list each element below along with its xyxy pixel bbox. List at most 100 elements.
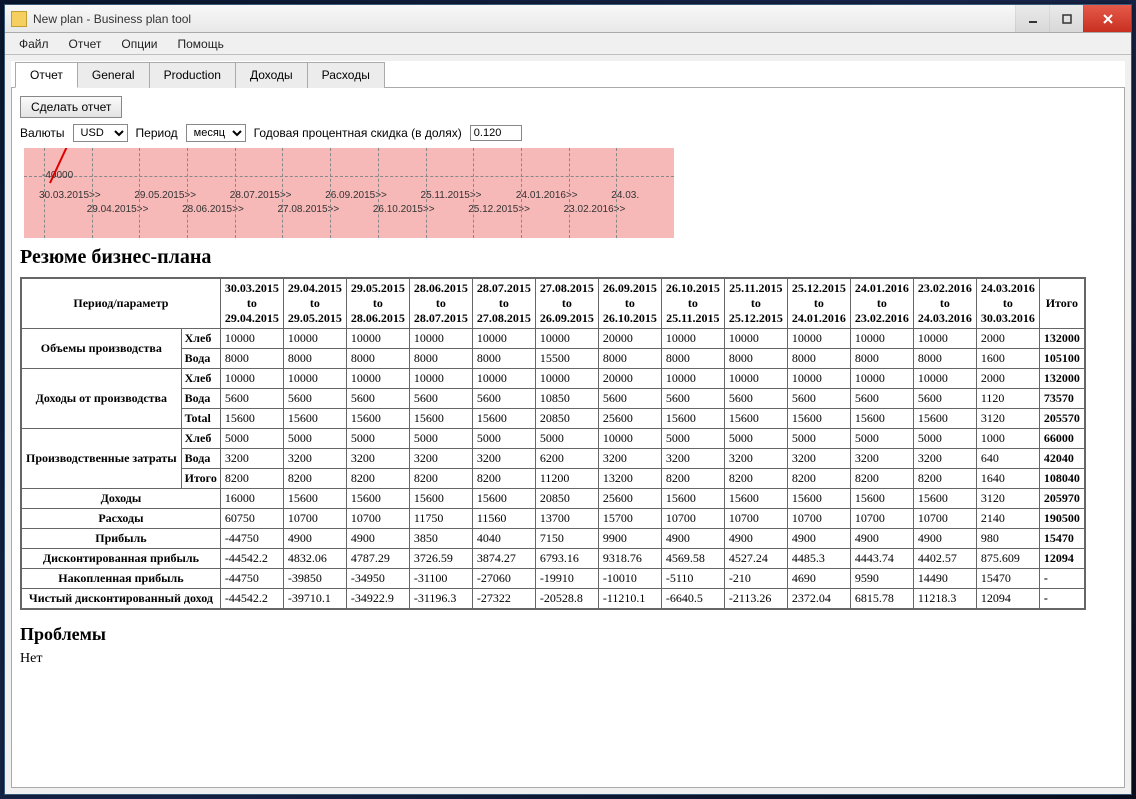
- data-cell: -44542.2: [220, 589, 283, 610]
- data-cell: -31196.3: [409, 589, 472, 610]
- discount-label: Годовая процентная скидка (в долях): [254, 126, 462, 140]
- tab-general[interactable]: General: [77, 62, 150, 88]
- data-cell: 8000: [661, 349, 724, 369]
- data-cell: 15600: [409, 489, 472, 509]
- summary-heading: Резюме бизнес-плана: [20, 246, 1112, 269]
- menu-report[interactable]: Отчет: [59, 34, 112, 54]
- data-cell: 8200: [472, 469, 535, 489]
- menu-options[interactable]: Опции: [111, 34, 167, 54]
- data-cell: 3200: [598, 449, 661, 469]
- tab-income[interactable]: Доходы: [235, 62, 308, 88]
- period-select[interactable]: месяц: [186, 124, 246, 142]
- data-cell: 10000: [724, 329, 787, 349]
- col-period: 28.07.2015to27.08.2015: [472, 278, 535, 329]
- data-cell: 1600: [976, 349, 1039, 369]
- data-cell: 4402.57: [913, 549, 976, 569]
- data-cell: 3200: [724, 449, 787, 469]
- row-header: Прибыль: [21, 529, 220, 549]
- col-total: Итого: [1039, 278, 1085, 329]
- data-cell: 10000: [913, 329, 976, 349]
- data-cell: 15600: [661, 489, 724, 509]
- table-row: Доходы от производстваХлеб10000100001000…: [21, 369, 1085, 389]
- currency-select[interactable]: USD: [73, 124, 128, 142]
- data-cell: 15600: [913, 409, 976, 429]
- maximize-button[interactable]: [1049, 5, 1083, 32]
- data-cell: 640: [976, 449, 1039, 469]
- menu-file[interactable]: Файл: [9, 34, 59, 54]
- close-button[interactable]: [1083, 5, 1131, 32]
- data-cell: 3120: [976, 409, 1039, 429]
- row-header: Доходы: [21, 489, 220, 509]
- data-cell: 10000: [850, 329, 913, 349]
- data-cell: 15700: [598, 509, 661, 529]
- data-cell: 4787.29: [346, 549, 409, 569]
- data-cell: 15600: [346, 409, 409, 429]
- total-cell: 15470: [1039, 529, 1085, 549]
- table-row: Вода800080008000800080001550080008000800…: [21, 349, 1085, 369]
- data-cell: 10700: [850, 509, 913, 529]
- data-cell: 5600: [220, 389, 283, 409]
- data-cell: 8000: [787, 349, 850, 369]
- total-cell: 108040: [1039, 469, 1085, 489]
- minimize-button[interactable]: [1015, 5, 1049, 32]
- data-cell: -44542.2: [220, 549, 283, 569]
- window-title: New plan - Business plan tool: [33, 12, 191, 26]
- data-cell: 10000: [409, 329, 472, 349]
- data-cell: 9590: [850, 569, 913, 589]
- data-cell: 5600: [850, 389, 913, 409]
- data-cell: 5600: [283, 389, 346, 409]
- data-cell: 5000: [724, 429, 787, 449]
- data-cell: 25600: [598, 489, 661, 509]
- tab-expense[interactable]: Расходы: [307, 62, 385, 88]
- data-cell: 15600: [472, 489, 535, 509]
- data-cell: 10700: [346, 509, 409, 529]
- data-cell: 875.609: [976, 549, 1039, 569]
- data-cell: 3200: [472, 449, 535, 469]
- data-cell: 4900: [283, 529, 346, 549]
- col-period-param: Период/параметр: [21, 278, 220, 329]
- table-row: Дисконтированная прибыль-44542.24832.064…: [21, 549, 1085, 569]
- row-group-header: Объемы производства: [21, 329, 181, 369]
- data-cell: 20000: [598, 329, 661, 349]
- data-cell: 8000: [283, 349, 346, 369]
- period-label: Период: [136, 126, 178, 140]
- data-cell: 10000: [724, 369, 787, 389]
- data-cell: 10700: [283, 509, 346, 529]
- data-cell: 15600: [472, 409, 535, 429]
- report-scroll[interactable]: -40000 30.03.2015>>29.04.2015>>29.05.201…: [20, 148, 1116, 779]
- col-period: 24.03.2016to30.03.2016: [976, 278, 1039, 329]
- tab-report[interactable]: Отчет: [15, 62, 78, 88]
- row-sub-label: Хлеб: [181, 429, 220, 449]
- data-cell: 3200: [346, 449, 409, 469]
- menu-help[interactable]: Помощь: [168, 34, 234, 54]
- data-cell: 15600: [913, 489, 976, 509]
- data-cell: 10000: [913, 369, 976, 389]
- data-cell: 10000: [472, 369, 535, 389]
- data-cell: 4485.3: [787, 549, 850, 569]
- data-cell: 3200: [913, 449, 976, 469]
- tabstrip: Отчет General Production Доходы Расходы: [15, 61, 1125, 87]
- data-cell: 5000: [913, 429, 976, 449]
- table-row: Итого82008200820082008200112001320082008…: [21, 469, 1085, 489]
- table-row: Накопленная прибыль-44750-39850-34950-31…: [21, 569, 1085, 589]
- tab-production[interactable]: Production: [149, 62, 236, 88]
- col-period: 26.10.2015to25.11.2015: [661, 278, 724, 329]
- discount-input[interactable]: [470, 125, 522, 141]
- data-cell: 5600: [787, 389, 850, 409]
- data-cell: 8000: [598, 349, 661, 369]
- client-area: Отчет General Production Доходы Расходы …: [11, 61, 1125, 788]
- data-cell: 10000: [598, 429, 661, 449]
- make-report-button[interactable]: Сделать отчет: [20, 96, 122, 118]
- data-cell: 10700: [913, 509, 976, 529]
- data-cell: 3200: [787, 449, 850, 469]
- data-cell: -27322: [472, 589, 535, 610]
- data-cell: 8000: [724, 349, 787, 369]
- data-cell: 6200: [535, 449, 598, 469]
- data-cell: -34950: [346, 569, 409, 589]
- total-cell: 205570: [1039, 409, 1085, 429]
- total-cell: 132000: [1039, 329, 1085, 349]
- data-cell: 13700: [535, 509, 598, 529]
- data-cell: 10700: [724, 509, 787, 529]
- data-cell: 6793.16: [535, 549, 598, 569]
- data-cell: -44750: [220, 529, 283, 549]
